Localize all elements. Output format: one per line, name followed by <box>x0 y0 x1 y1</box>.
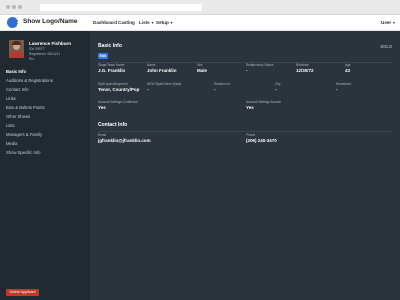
field-email[interactable]: jgfranklin@jfranklin.com <box>98 138 151 143</box>
nav-setup[interactable]: Setup▼ <box>156 20 173 25</box>
field-label: Account Settings Confirmed <box>98 100 138 104</box>
field-label: Hometown <box>336 82 352 86</box>
field-hometown: - <box>336 87 338 92</box>
field-resident: - <box>214 87 216 92</box>
nav-lists[interactable]: Lists▼ <box>139 20 154 25</box>
divider <box>98 131 392 132</box>
field-new-style: - <box>147 87 149 92</box>
sidebar-item-media[interactable]: Media <box>6 141 17 146</box>
field-city: - <box>275 87 277 92</box>
top-navbar: Show Logo/Name Dashboard Casting Lists▼ … <box>0 15 400 31</box>
app-title[interactable]: Show Logo/Name <box>23 18 78 25</box>
user-menu[interactable]: User▼ <box>381 20 396 25</box>
delete-applicant-button[interactable]: Delete Applicant <box>6 289 39 296</box>
sidebar-item-auditions[interactable]: Auditions & Registrations <box>6 78 53 83</box>
avatar[interactable] <box>9 40 24 58</box>
chevron-down-icon: ▼ <box>392 21 396 25</box>
solo-badge: SOLO <box>380 44 392 49</box>
sidebar-item-links[interactable]: Links <box>6 96 16 101</box>
window-maximize-icon[interactable] <box>18 5 22 9</box>
contact-info-title: Contact Info <box>98 122 128 128</box>
sidebar-item-basic-info[interactable]: Basic Info <box>6 69 26 74</box>
sidebar: Lawrence Fishburn ID# 39977 Registered: … <box>0 31 90 300</box>
field-age: 43 <box>345 68 351 73</box>
field-label: Resident of <box>214 82 231 86</box>
field-birthdate: 12/30/72 <box>296 68 314 73</box>
field-relationship: - <box>246 68 248 73</box>
field-label: Stage/Team Name <box>98 63 125 67</box>
address-bar[interactable] <box>40 4 202 11</box>
sidebar-item-lists[interactable]: Lists <box>6 123 15 128</box>
profile-name: Lawrence Fishburn <box>29 41 72 46</box>
field-label: Age <box>345 63 351 67</box>
field-label: Birthdate <box>296 63 309 67</box>
field-account-access: Yes <box>246 105 254 110</box>
nav-casting[interactable]: Casting <box>118 20 135 25</box>
window-minimize-icon[interactable] <box>12 5 16 9</box>
sidebar-item-managers[interactable]: Managers & Family <box>6 132 42 137</box>
field-style: Tenor, Country/Pop <box>98 87 140 92</box>
browser-chrome <box>0 0 400 15</box>
sidebar-item-bios[interactable]: Bios & Bullets Points <box>6 105 45 110</box>
field-label: City <box>275 82 281 86</box>
field-label: Relationship Status <box>246 63 274 67</box>
sidebar-item-other-shows[interactable]: Other Shows <box>6 114 30 119</box>
profile-role: Ro... <box>29 57 37 61</box>
window-close-icon[interactable] <box>6 5 10 9</box>
field-label: Email <box>98 133 106 137</box>
profile-id: ID# 39977 <box>29 47 45 51</box>
field-account-confirmed: Yes <box>98 105 106 110</box>
field-label: Sex <box>197 63 203 67</box>
field-stage-name: J.G. Franklin <box>98 68 126 73</box>
field-label: Style (specific/genre) <box>98 82 128 86</box>
field-sex: Male <box>197 68 208 73</box>
main-panel: Basic Info SOLO Edit Stage/Team Name J.G… <box>90 31 400 300</box>
field-label: NEW Style/Genre (beta) <box>147 82 182 86</box>
chevron-down-icon: ▼ <box>169 21 174 25</box>
field-name: John Franklin <box>147 68 177 73</box>
nav-dashboard[interactable]: Dashboard <box>93 20 117 25</box>
basic-info-title: Basic Info <box>98 43 122 49</box>
sidebar-item-show-specific[interactable]: Show Specific Info <box>6 150 40 155</box>
field-phone[interactable]: (206) 240-3470 <box>246 138 277 143</box>
chevron-down-icon: ▼ <box>150 21 155 25</box>
profile-registered: Registered: 08/14/11 <box>29 52 61 56</box>
sidebar-item-contact-info[interactable]: Contact Info <box>6 87 29 92</box>
edit-button[interactable]: Edit <box>98 53 108 59</box>
field-label: Name <box>147 63 156 67</box>
field-label: Phone <box>246 133 256 137</box>
menu-icon[interactable] <box>7 17 22 28</box>
field-label: Account Settings Access <box>246 100 281 104</box>
